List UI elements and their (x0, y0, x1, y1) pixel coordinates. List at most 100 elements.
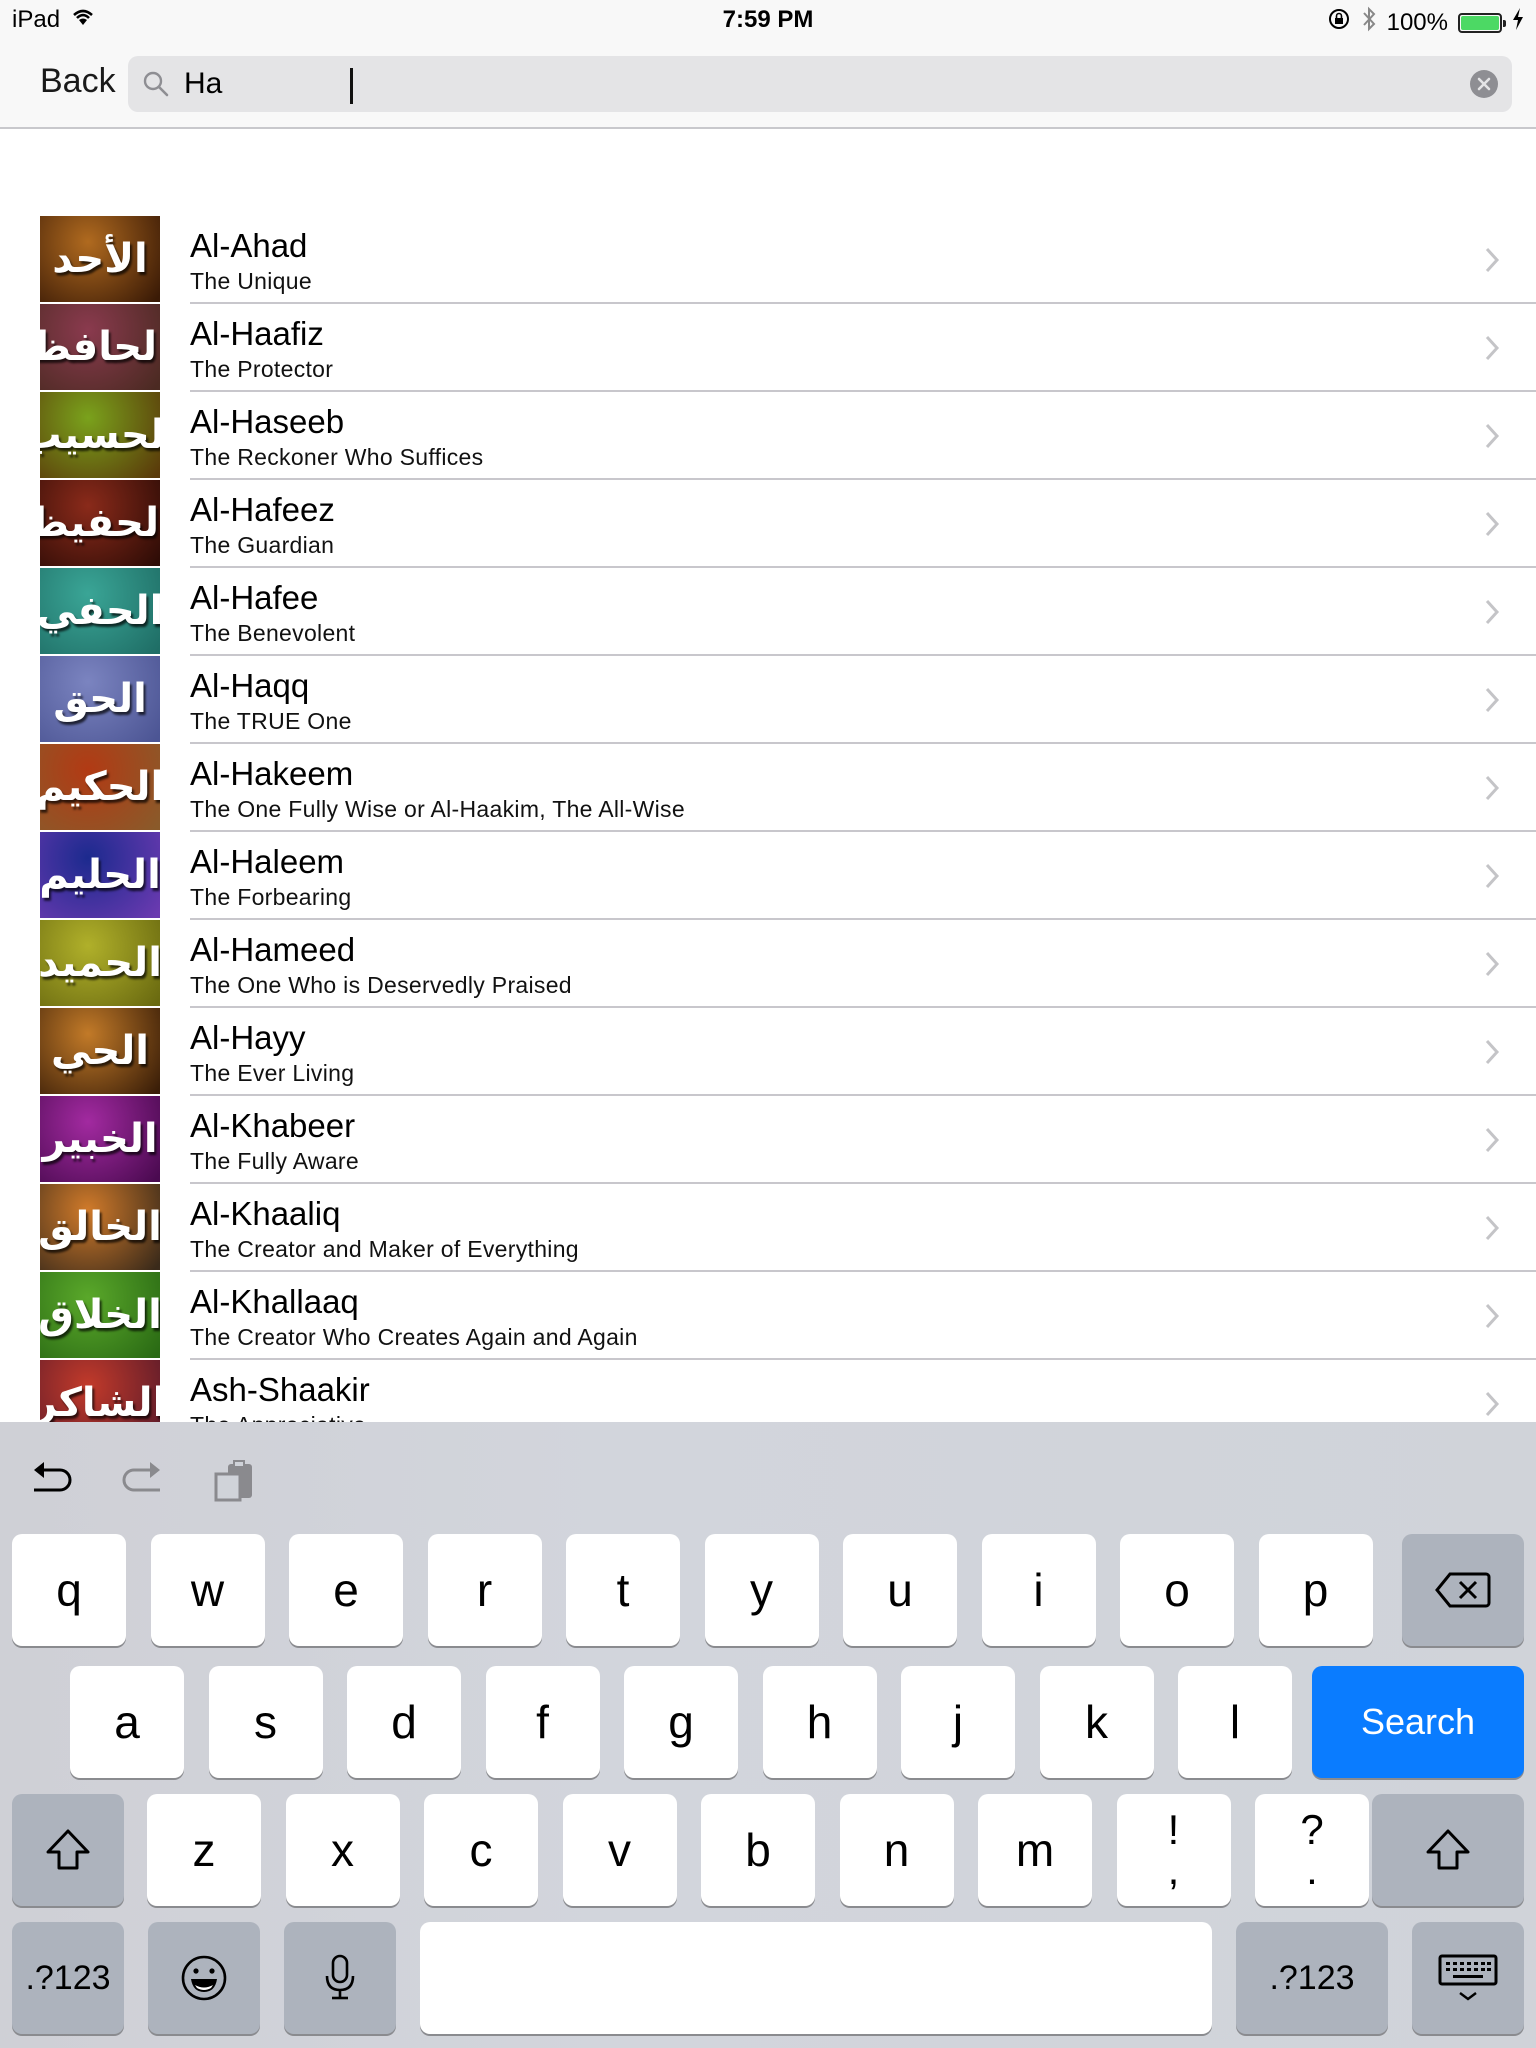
key-g[interactable]: g (624, 1666, 738, 1778)
shift-left-key[interactable] (12, 1794, 124, 1906)
item-title: Al-Hakeem (190, 755, 354, 792)
item-title: Ash-Shaakir (190, 1371, 370, 1408)
emoji-icon (181, 1955, 227, 2001)
list-item[interactable]: الخالق Al-Khaaliq The Creator and Maker of… (0, 1184, 1536, 1272)
list-item[interactable]: الحسيب Al-Haseeb The Reckoner Who Suffices (0, 392, 1536, 480)
item-title: Al-Hafee (190, 579, 319, 616)
back-button[interactable]: Back (40, 62, 116, 101)
key-b[interactable]: b (701, 1794, 815, 1906)
key-label: r (476, 1564, 493, 1616)
shift-right-key[interactable] (1372, 1794, 1524, 1906)
list-item[interactable]: الحفيظ Al-Hafeez The Guardian (0, 480, 1536, 568)
clear-circle-icon (1477, 77, 1491, 91)
dismiss-keyboard-key[interactable] (1412, 1922, 1524, 2034)
list-item[interactable]: الحفي Al-Hafee The Benevolent (0, 568, 1536, 656)
search-key[interactable]: Search (1312, 1666, 1524, 1778)
item-title: Al-Hayy (190, 1019, 306, 1056)
key-y[interactable]: y (704, 1534, 819, 1646)
search-header: Back (0, 40, 1536, 129)
key-label: y (750, 1564, 773, 1616)
dictation-key[interactable] (284, 1922, 396, 2034)
list-item[interactable]: الخلاق Al-Khallaaq The Creator Who Creates… (0, 1272, 1536, 1360)
key-j[interactable]: j (901, 1666, 1015, 1778)
key-k[interactable]: k (1039, 1666, 1154, 1778)
key-m[interactable]: m (978, 1794, 1092, 1906)
results-list[interactable]: الأحد Al-Ahad The Unique الحافظ Al-Haafiz The… (0, 216, 1536, 1422)
key-d[interactable]: d (347, 1666, 461, 1778)
numbers-key-left[interactable]: .?123 (12, 1922, 124, 2034)
keyboard-dismiss-icon (1438, 1954, 1498, 2001)
arabic-calligraphy: الحفي (40, 588, 160, 634)
key-r[interactable]: r (427, 1534, 542, 1646)
key-o[interactable]: o (1120, 1534, 1234, 1646)
list-item[interactable]: الحق Al-Haqq The TRUE One (0, 656, 1536, 744)
key-i[interactable]: i (981, 1534, 1096, 1646)
item-title: Al-Haseeb (190, 403, 345, 440)
key-label: i (1033, 1564, 1044, 1616)
key-label: f (536, 1696, 549, 1748)
key-t[interactable]: t (566, 1534, 680, 1646)
key-a[interactable]: a (70, 1666, 184, 1778)
clear-search-button[interactable] (1470, 70, 1498, 98)
charging-bolt-icon (1512, 8, 1524, 37)
list-item[interactable]: الحميد Al-Hameed The One Who is Deservedly… (0, 920, 1536, 1008)
name-thumbnail: الحفي (40, 568, 160, 654)
key-p[interactable]: p (1258, 1534, 1373, 1646)
list-item[interactable]: الخبير Al-Khabeer The Fully Aware (0, 1096, 1536, 1184)
item-title: Al-Khallaaq (190, 1283, 359, 1320)
key-label: q (56, 1564, 82, 1616)
key-h[interactable]: h (762, 1666, 877, 1778)
backspace-key[interactable] (1402, 1534, 1524, 1646)
key-l[interactable]: l (1178, 1666, 1292, 1778)
key-v[interactable]: v (562, 1794, 677, 1906)
key-s[interactable]: s (208, 1666, 323, 1778)
key-top-label: ! (1167, 1806, 1180, 1853)
key-w[interactable]: w (150, 1534, 265, 1646)
arabic-calligraphy: الحفيظ (40, 500, 160, 546)
list-item[interactable]: الحافظ Al-Haafiz The Protector (0, 304, 1536, 392)
onscreen-keyboard: q w e r t y u i o p a s d f g h j k l Search z x c v b n m!,?. .?12… (0, 1422, 1536, 2048)
name-thumbnail: الحسيب (40, 392, 160, 478)
key-label: n (883, 1824, 910, 1876)
list-item[interactable]: الأحد Al-Ahad The Unique (0, 216, 1536, 304)
item-subtitle: The Benevolent (190, 620, 356, 646)
numbers-key-right[interactable]: .?123 (1236, 1922, 1388, 2034)
undo-icon[interactable] (30, 1460, 74, 1505)
keyboard-shortcut-bar (0, 1422, 1536, 1522)
arabic-calligraphy: الحق (53, 676, 147, 722)
search-field[interactable] (128, 56, 1512, 112)
list-item[interactable]: الحليم Al-Haleem The Forbearing (0, 832, 1536, 920)
arabic-calligraphy: الأحد (52, 236, 148, 282)
paste-icon[interactable] (214, 1460, 254, 1507)
redo-icon[interactable] (120, 1460, 164, 1505)
key-label: p (1302, 1564, 1329, 1616)
search-key-label: Search (1360, 1701, 1476, 1742)
arabic-calligraphy: الخالق (40, 1204, 160, 1250)
item-title: Al-Khaaliq (190, 1195, 341, 1232)
item-title: Al-Hafeez (190, 491, 335, 528)
key-label: w (190, 1564, 225, 1616)
clock: 7:59 PM (722, 6, 814, 33)
search-input[interactable] (184, 62, 1434, 106)
question-period-key[interactable]: ?. (1255, 1794, 1369, 1906)
key-u[interactable]: u (843, 1534, 957, 1646)
item-subtitle: The One Fully Wise or Al-Haakim, The All… (190, 796, 685, 822)
list-item[interactable]: الحكيم Al-Hakeem The One Fully Wise or Al-… (0, 744, 1536, 832)
key-q[interactable]: q (12, 1534, 126, 1646)
key-f[interactable]: f (485, 1666, 600, 1778)
list-item[interactable]: الشاكر Ash-Shaakir The Appreciative (0, 1360, 1536, 1422)
chevron-right-icon (1484, 950, 1500, 983)
space-key[interactable] (420, 1922, 1212, 2034)
name-thumbnail: الخبير (40, 1096, 160, 1182)
key-x[interactable]: x (285, 1794, 400, 1906)
list-item[interactable]: الحي Al-Hayy The Ever Living (0, 1008, 1536, 1096)
key-c[interactable]: c (424, 1794, 538, 1906)
arabic-calligraphy: الحسيب (40, 412, 160, 458)
key-z[interactable]: z (147, 1794, 261, 1906)
name-thumbnail: الحميد (40, 920, 160, 1006)
key-n[interactable]: n (839, 1794, 954, 1906)
key-e[interactable]: e (289, 1534, 403, 1646)
exclamation-comma-key[interactable]: !, (1116, 1794, 1231, 1906)
chevron-right-icon (1484, 1126, 1500, 1159)
emoji-key[interactable] (148, 1922, 260, 2034)
